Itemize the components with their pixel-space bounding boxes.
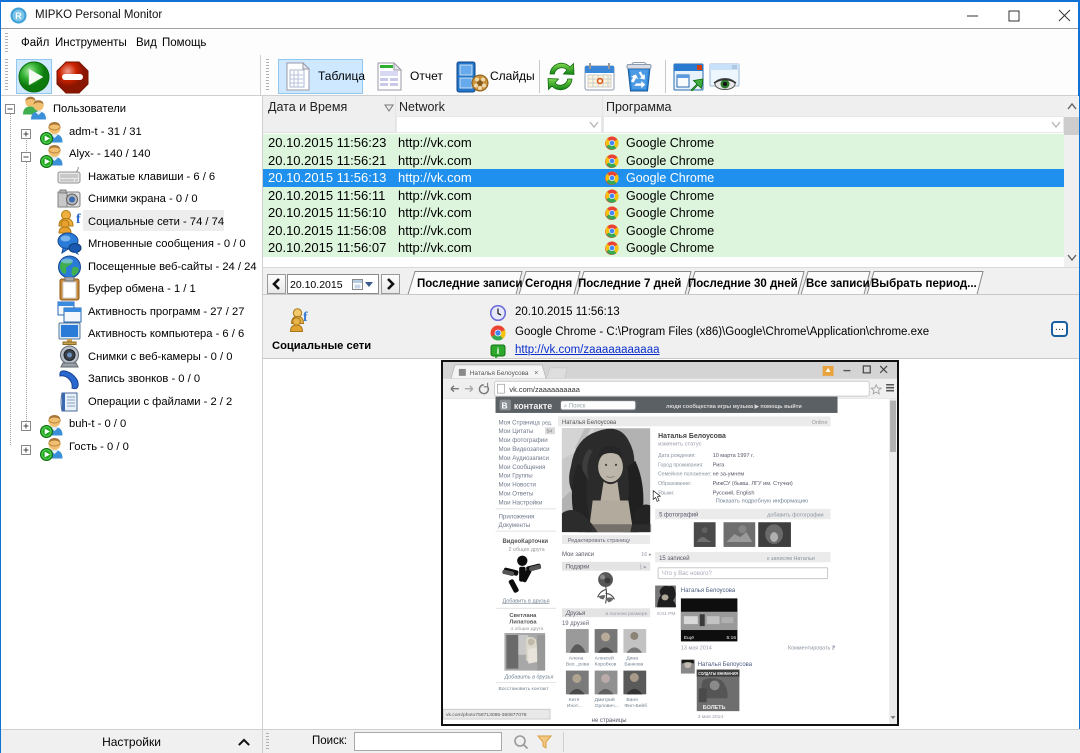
svg-text:Последние записи: Последние записи <box>417 278 522 290</box>
svg-text:⌕ Поиск: ⌕ Поиск <box>564 404 586 410</box>
svg-text:19 друзей: 19 друзей <box>562 620 589 627</box>
svg-text:В: В <box>501 400 507 410</box>
svg-text:Катя: Катя <box>569 697 580 703</box>
svg-text:Мои Группы: Мои Группы <box>499 473 533 480</box>
svg-text:Наталья Белоусова: Наталья Белоусова <box>470 370 529 377</box>
svg-text:Русский, English: Русский, English <box>713 490 755 497</box>
svg-text:vk.com/photo758713085-36087707: vk.com/photo758713085-360877078 <box>446 712 527 718</box>
svg-text:Последние 7 дней: Последние 7 дней <box>578 278 681 290</box>
svg-text:Светлана: Светлана <box>509 613 537 619</box>
svg-text:16 ▸: 16 ▸ <box>641 552 652 558</box>
svg-text:Наталья Белоусова: Наталья Белоусова <box>698 662 753 668</box>
svg-text:Семейное положение:: Семейное положение: <box>658 471 711 478</box>
svg-text:Мои Настройки: Мои Настройки <box>499 499 543 506</box>
svg-text:изменить статус: изменить статус <box>658 442 702 448</box>
svg-text:4 общих друга: 4 общих друга <box>510 626 543 632</box>
svg-text:Рига: Рига <box>713 462 726 468</box>
svg-text:f: f <box>76 212 81 227</box>
svg-text:Наталья Белоусова: Наталья Белоусова <box>681 588 736 594</box>
svg-text:Мои Видеозаписи: Мои Видеозаписи <box>499 446 550 453</box>
svg-text:Последние 30 дней: Последние 30 дней <box>688 278 798 290</box>
svg-text:R: R <box>15 11 22 21</box>
svg-text:Наталья Белоусова: Наталья Белоусова <box>562 420 617 426</box>
svg-text:2 общих друга: 2 общих друга <box>508 547 545 553</box>
svg-text:5:16: 5:16 <box>727 635 737 641</box>
svg-text:Мои Новости: Мои Новости <box>499 482 536 489</box>
svg-text:Комментировать ⁋: Комментировать ⁋ <box>788 645 835 651</box>
svg-text:Все записи: Все записи <box>806 278 870 290</box>
svg-text:Коробков: Коробков <box>595 662 617 668</box>
svg-text:1 ▸: 1 ▸ <box>639 565 647 571</box>
svg-text:Инот...: Инот... <box>567 703 582 709</box>
svg-text:Online: Online <box>812 420 828 426</box>
svg-text:Дмитрий: Дмитрий <box>595 696 615 703</box>
svg-text:Что у Вас нового?: Что у Вас нового? <box>662 571 712 577</box>
svg-text:люди сообщества игры: люди сообщества игры музыка ▶ помощь вый… <box>666 403 802 410</box>
svg-text:Выбрать период...: Выбрать период... <box>871 278 977 290</box>
svg-text:Образование:: Образование: <box>658 481 691 487</box>
svg-text:Мои фотографии: Мои фотографии <box>499 437 548 444</box>
svg-text:Вех...рова: Вех...рова <box>566 662 590 668</box>
svg-text:БОЛЕТЬ: БОЛЕТЬ <box>703 705 726 711</box>
svg-text:Подарки: Подарки <box>566 565 589 571</box>
svg-text:РижСУ (бывш. ЛГУ им. Стучки): РижСУ (бывш. ЛГУ им. Стучки) <box>713 481 793 487</box>
svg-text:Наталья Белоусова: Наталья Белоусова <box>658 433 726 440</box>
svg-text:15 записей: 15 записей <box>659 555 689 562</box>
svg-text:Документы: Документы <box>499 522 531 529</box>
svg-text:54: 54 <box>547 429 553 435</box>
svg-text:контакте: контакте <box>514 401 552 411</box>
svg-text:не за-умнем: не за-умнем <box>713 472 745 478</box>
svg-text:5 фотографий: 5 фотографий <box>659 511 698 518</box>
svg-text:ред.: ред. <box>542 420 552 426</box>
svg-text:Мои записи: Мои записи <box>562 552 594 558</box>
svg-text:Фил-Бейб: Фил-Бейб <box>624 702 647 709</box>
svg-text:13 мая 2014: 13 мая 2014 <box>681 645 712 651</box>
svg-text:Приложения: Приложения <box>499 513 535 520</box>
svg-text:Дина: Дина <box>626 656 638 662</box>
svg-text:Алексей: Алексей <box>595 655 614 662</box>
svg-text:Моя Страница: Моя Страница <box>499 419 541 426</box>
svg-text:Дата рождения:: Дата рождения: <box>658 453 696 459</box>
svg-text:Друзья: Друзья <box>565 611 586 617</box>
svg-text:Орлович...: Орлович... <box>595 703 619 709</box>
svg-text:Мои Аудиозаписи: Мои Аудиозаписи <box>499 455 549 462</box>
svg-text:Город проживания:: Город проживания: <box>658 462 703 468</box>
svg-text:Липатова: Липатова <box>509 620 537 626</box>
svg-text:×: × <box>534 370 538 377</box>
svg-text:Восстановить контакт: Восстановить контакт <box>499 686 550 692</box>
svg-text:не страницы: не страницы <box>592 718 627 724</box>
svg-text:Банкова: Банкова <box>624 662 643 668</box>
svg-text:10 марта 1997 г.: 10 марта 1997 г. <box>713 453 755 459</box>
svg-text:ВидеоКарточки: ВидеоКарточки <box>502 539 548 545</box>
svg-text:Добавить в друзья: Добавить в друзья <box>502 598 549 604</box>
svg-text:Добавить в друзья: Добавить в друзья <box>503 675 553 681</box>
svg-text:i: i <box>497 346 500 356</box>
svg-text:Сегодня: Сегодня <box>525 278 572 290</box>
svg-text:Алена: Алена <box>569 656 584 662</box>
svg-text:Ваня: Ваня <box>626 697 638 703</box>
svg-text:СОЛДАТЫ ВНИМАНИЯ: СОЛДАТЫ ВНИМАНИЯ <box>698 671 738 676</box>
svg-text:Ещё: Ещё <box>684 635 694 641</box>
svg-text:f: f <box>303 310 308 325</box>
svg-text:Языки:: Языки: <box>658 491 674 497</box>
svg-text:к записям Натальи: к записям Натальи <box>767 556 815 562</box>
svg-text:Мои Сообщения: Мои Сообщения <box>499 464 546 471</box>
svg-text:Мои Цитаты: Мои Цитаты <box>499 428 534 435</box>
svg-text:в полном размере: в полном размере <box>606 612 648 617</box>
svg-text:добавить фотографии: добавить фотографии <box>767 512 823 518</box>
svg-text:vk.com/zaaaaaaaaaa: vk.com/zaaaaaaaaaa <box>509 385 580 394</box>
svg-text:Мои Ответы: Мои Ответы <box>499 491 534 498</box>
svg-text:5:01 PM: 5:01 PM <box>657 611 675 617</box>
svg-text:Редактировать страницу: Редактировать страницу <box>568 538 631 544</box>
svg-text:3 мая 2014: 3 мая 2014 <box>698 714 724 720</box>
svg-text:Показать подробную информацию: Показать подробную информацию <box>716 498 809 504</box>
